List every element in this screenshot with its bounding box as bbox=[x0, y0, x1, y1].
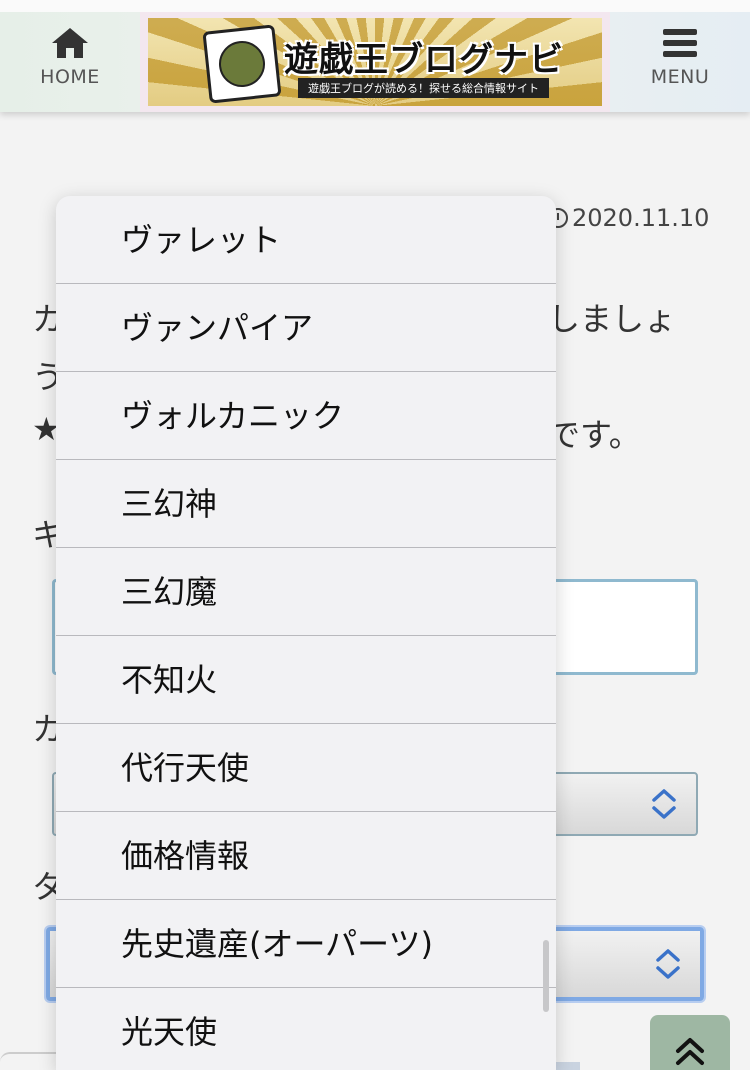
post-date: 2020.11.10 bbox=[548, 204, 709, 232]
bottom-button-edge bbox=[556, 1062, 580, 1070]
home-button[interactable]: HOME bbox=[0, 12, 140, 112]
picker-option[interactable]: ヴォルカニック bbox=[56, 372, 556, 460]
picker-option[interactable]: 三幻魔 bbox=[56, 548, 556, 636]
home-label: HOME bbox=[40, 66, 100, 88]
home-icon bbox=[52, 28, 88, 58]
page: HOME 遊戯王ブログナビ 遊戯王ブログが読める！探せる総合情報サイト MENU… bbox=[0, 0, 750, 1070]
banner-subtitle: 遊戯王ブログが読める！探せる総合情報サイト bbox=[298, 78, 549, 98]
menu-label: MENU bbox=[650, 66, 710, 88]
banner-logo bbox=[202, 24, 282, 104]
picker-option[interactable]: 価格情報 bbox=[56, 812, 556, 900]
select-picker-popup[interactable]: ヴァレット ヴァンパイア ヴォルカニック 三幻神 三幻魔 不知火 代行天使 価格… bbox=[56, 196, 556, 1070]
hamburger-icon bbox=[663, 29, 697, 57]
text-fragment: しましょ bbox=[548, 300, 677, 338]
picker-option[interactable]: 光天使 bbox=[56, 988, 556, 1070]
picker-option[interactable]: ヴァンパイア bbox=[56, 284, 556, 372]
picker-option[interactable]: 不知火 bbox=[56, 636, 556, 724]
banner-image: 遊戯王ブログナビ 遊戯王ブログが読める！探せる総合情報サイト bbox=[148, 18, 602, 106]
double-chevron-up-icon bbox=[676, 1038, 704, 1065]
updown-chevron-icon bbox=[652, 789, 676, 819]
picker-scrollbar[interactable] bbox=[543, 940, 549, 1012]
site-banner[interactable]: 遊戯王ブログナビ 遊戯王ブログが読める！探せる総合情報サイト bbox=[140, 12, 610, 112]
menu-button[interactable]: MENU bbox=[610, 12, 750, 112]
post-date-text: 2020.11.10 bbox=[572, 204, 710, 232]
picker-option[interactable]: ヴァレット bbox=[56, 196, 556, 284]
updown-chevron-icon bbox=[656, 949, 680, 979]
picker-option[interactable]: 先史遺産(オーパーツ) bbox=[56, 900, 556, 988]
scroll-to-top-button[interactable] bbox=[650, 1015, 730, 1070]
picker-option[interactable]: 代行天使 bbox=[56, 724, 556, 812]
banner-title: 遊戯王ブログナビ bbox=[284, 40, 564, 80]
text-fragment: です。 bbox=[548, 416, 641, 454]
site-header: HOME 遊戯王ブログナビ 遊戯王ブログが読める！探せる総合情報サイト MENU bbox=[0, 0, 750, 112]
picker-option[interactable]: 三幻神 bbox=[56, 460, 556, 548]
